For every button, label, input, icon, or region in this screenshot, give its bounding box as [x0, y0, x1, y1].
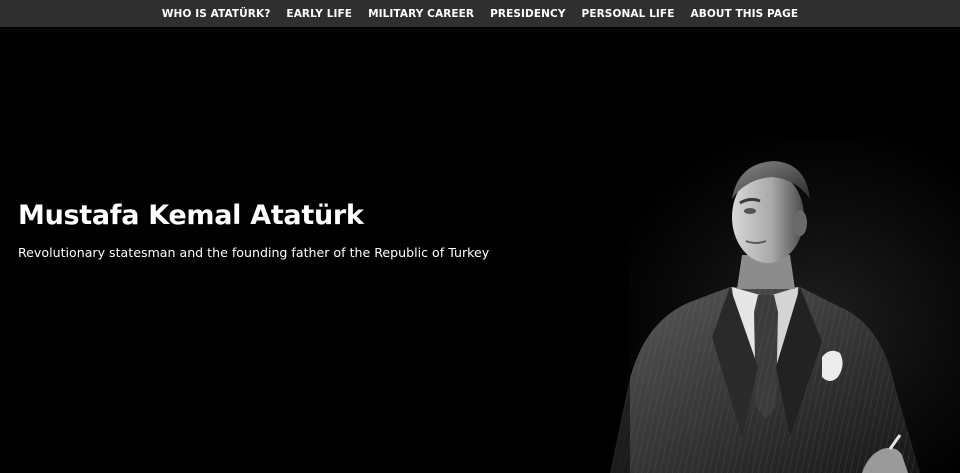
nav-link-military-career[interactable]: MILITARY CAREER [368, 8, 474, 20]
hero-subtitle: Revolutionary statesman and the founding… [18, 245, 490, 260]
nav-link-about-this-page[interactable]: ABOUT THIS PAGE [690, 8, 798, 20]
nav-link-early-life[interactable]: EARLY LIFE [286, 8, 352, 20]
top-navigation: WHO IS ATATÜRK? EARLY LIFE MILITARY CARE… [0, 0, 960, 27]
hero-title: Mustafa Kemal Atatürk [18, 200, 364, 231]
portrait-image [590, 137, 960, 473]
nav-link-personal-life[interactable]: PERSONAL LIFE [582, 8, 675, 20]
hero-section: Mustafa Kemal Atatürk Revolutionary stat… [0, 27, 960, 473]
nav-link-who-is-ataturk[interactable]: WHO IS ATATÜRK? [162, 8, 271, 20]
nav-link-presidency[interactable]: PRESIDENCY [490, 8, 565, 20]
